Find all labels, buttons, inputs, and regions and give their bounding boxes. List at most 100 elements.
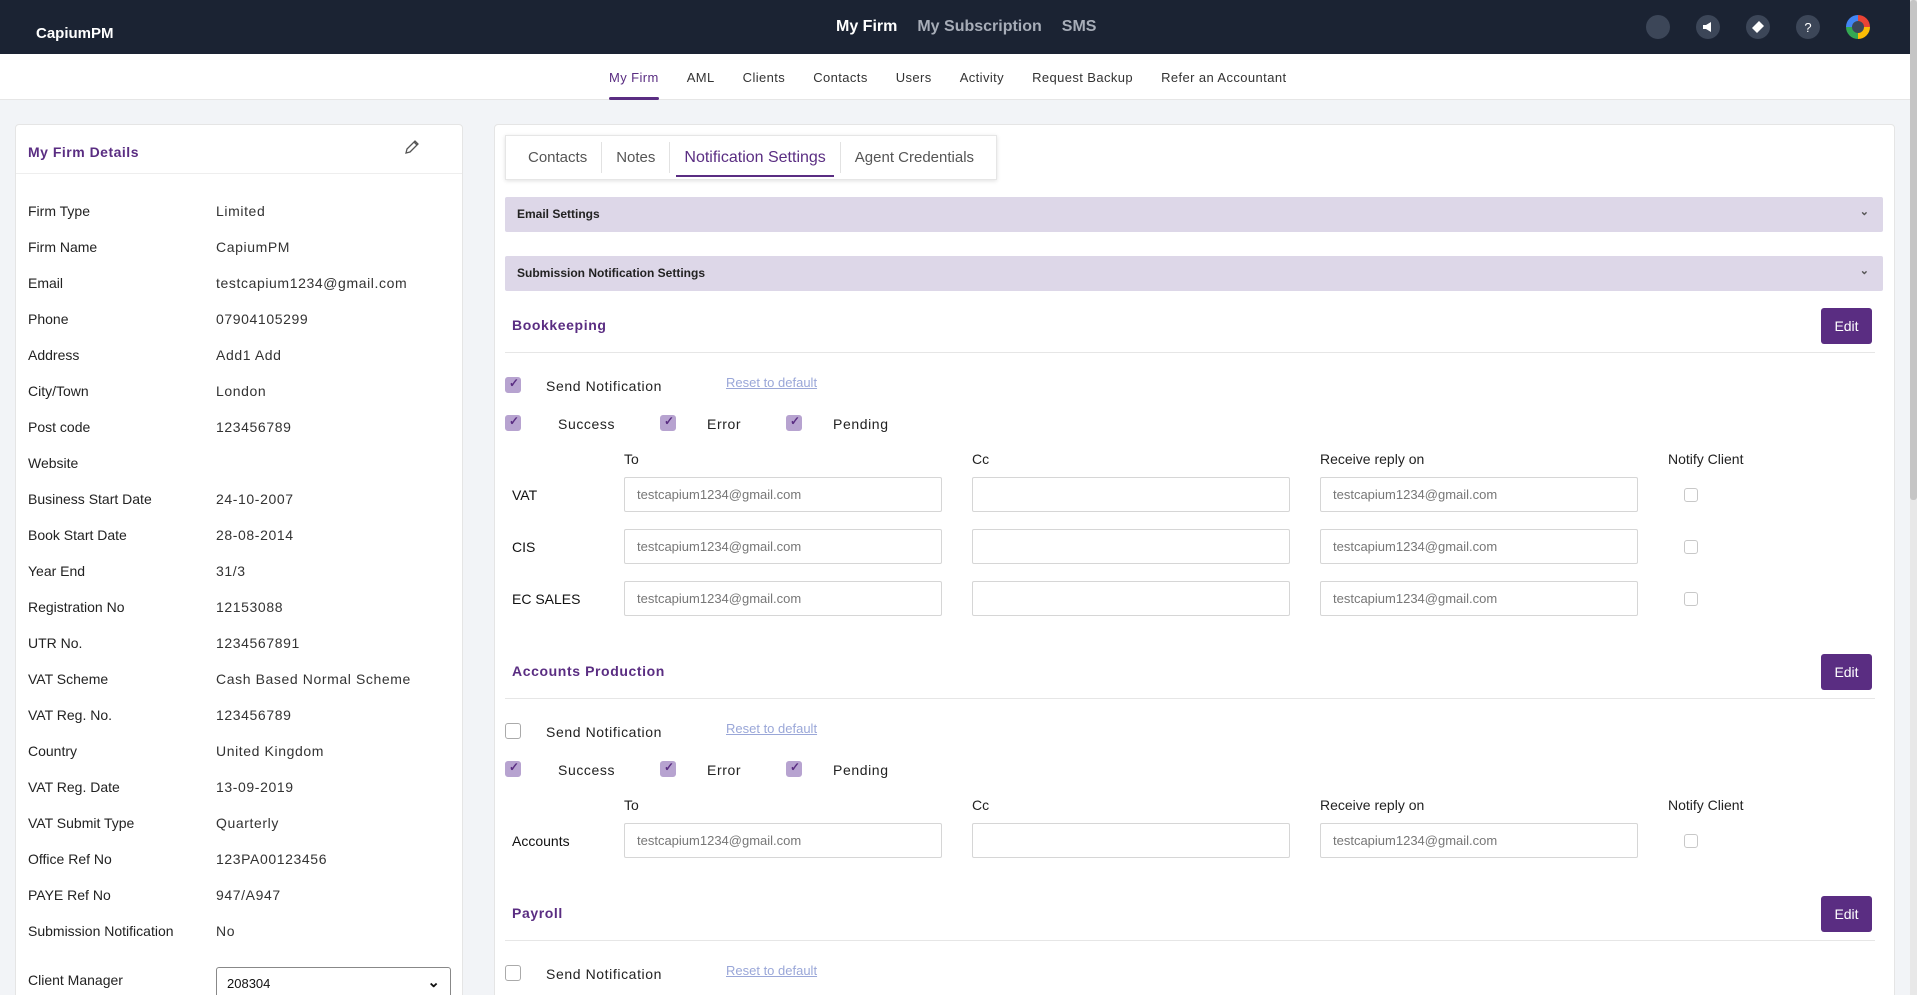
cc-email-input[interactable] xyxy=(972,529,1290,564)
payroll-send-notification-checkbox[interactable] xyxy=(505,965,521,981)
chevron-down-icon: ⌄ xyxy=(1859,265,1869,277)
scrollbar-thumb[interactable] xyxy=(1910,0,1917,500)
detail-value: 07904105299 xyxy=(216,311,309,327)
column-header-notify: Notify Client xyxy=(1668,797,1744,813)
email-settings-label: Email Settings xyxy=(517,207,600,221)
detail-value: 947/A947 xyxy=(216,887,281,903)
chevron-down-icon: ⌄ xyxy=(1859,206,1869,218)
bookkeeping-pending-checkbox[interactable] xyxy=(786,414,802,431)
detail-label: Firm Type xyxy=(28,203,90,219)
to-email-input[interactable] xyxy=(624,529,942,564)
detail-label: Business Start Date xyxy=(28,491,152,507)
section-divider xyxy=(505,698,1875,699)
topnav-my-subscription[interactable]: My Subscription xyxy=(917,18,1041,36)
detail-value: CapiumPM xyxy=(216,239,291,255)
subnav-users[interactable]: Users xyxy=(896,70,932,85)
ticket-icon[interactable] xyxy=(1746,15,1770,39)
bookkeeping-error-checkbox[interactable] xyxy=(660,414,676,431)
cc-email-input[interactable] xyxy=(972,581,1290,616)
notify-client-checkbox[interactable] xyxy=(1684,834,1698,848)
detail-value: 1234567891 xyxy=(216,635,300,651)
to-email-input[interactable] xyxy=(624,823,942,858)
notification-row-label: Accounts xyxy=(512,833,570,849)
subnav-clients[interactable]: Clients xyxy=(743,70,786,85)
megaphone-icon[interactable] xyxy=(1696,15,1720,39)
bookkeeping-section-title: Bookkeeping xyxy=(512,317,607,333)
payroll-edit-button[interactable]: Edit xyxy=(1821,896,1872,932)
reply-email-input[interactable] xyxy=(1320,823,1638,858)
to-email-input[interactable] xyxy=(624,477,942,512)
detail-label: Year End xyxy=(28,563,86,579)
accounts-pending-checkbox[interactable] xyxy=(786,760,802,777)
reply-email-input[interactable] xyxy=(1320,529,1638,564)
notify-client-checkbox[interactable] xyxy=(1684,592,1698,606)
reply-email-input[interactable] xyxy=(1320,477,1638,512)
tab-contacts[interactable]: Contacts xyxy=(514,142,603,173)
subnav-activity[interactable]: Activity xyxy=(960,70,1004,85)
reply-email-input[interactable] xyxy=(1320,581,1638,616)
section-divider xyxy=(505,940,1875,941)
help-icon[interactable]: ? xyxy=(1796,15,1820,39)
detail-label: Submission Notification xyxy=(28,923,174,939)
pending-label: Pending xyxy=(833,762,889,778)
top-nav: My Firm My Subscription SMS xyxy=(836,18,1096,36)
notify-client-checkbox[interactable] xyxy=(1684,540,1698,554)
detail-label: VAT Scheme xyxy=(28,671,109,687)
brand-name[interactable]: CapiumPM xyxy=(36,25,114,42)
detail-label: VAT Reg. No. xyxy=(28,707,113,723)
client-manager-value: 208304 xyxy=(227,976,271,991)
subnav-request-backup[interactable]: Request Backup xyxy=(1032,70,1133,85)
sub-nav: My Firm AML Clients Contacts Users Activ… xyxy=(0,54,1910,100)
success-label: Success xyxy=(558,416,616,432)
column-header-reply: Receive reply on xyxy=(1320,451,1425,467)
google-account-icon[interactable] xyxy=(1846,15,1870,39)
payroll-section-title: Payroll xyxy=(512,905,563,921)
bookkeeping-reset-link[interactable]: Reset to default xyxy=(726,375,817,390)
accounts-reset-link[interactable]: Reset to default xyxy=(726,721,817,736)
success-label: Success xyxy=(558,762,616,778)
detail-label: Post code xyxy=(28,419,91,435)
cc-email-input[interactable] xyxy=(972,477,1290,512)
bookkeeping-send-notification-checkbox[interactable] xyxy=(505,376,521,393)
accounts-section-title: Accounts Production xyxy=(512,663,665,679)
tab-notes[interactable]: Notes xyxy=(602,142,671,173)
notification-row-label: CIS xyxy=(512,539,536,555)
detail-label: Book Start Date xyxy=(28,527,127,543)
send-notification-label: Send Notification xyxy=(546,724,663,740)
detail-label: Address xyxy=(28,347,80,363)
circle-icon[interactable] xyxy=(1646,15,1670,39)
topnav-my-firm[interactable]: My Firm xyxy=(836,18,897,36)
tab-bar: Contacts Notes Notification Settings Age… xyxy=(505,135,998,180)
client-manager-select[interactable]: 208304 ⌄ xyxy=(216,967,451,995)
subnav-aml[interactable]: AML xyxy=(687,70,715,85)
bookkeeping-success-checkbox[interactable] xyxy=(505,414,521,431)
submission-settings-accordion[interactable]: Submission Notification Settings ⌄ xyxy=(505,256,1883,291)
tab-agent-credentials[interactable]: Agent Credentials xyxy=(841,142,988,173)
page-scrollbar[interactable] xyxy=(1910,0,1917,995)
detail-label: City/Town xyxy=(28,383,89,399)
bookkeeping-edit-button[interactable]: Edit xyxy=(1821,308,1872,344)
accounts-edit-button[interactable]: Edit xyxy=(1821,654,1872,690)
column-header-to: To xyxy=(624,797,639,813)
edit-pencil-icon[interactable] xyxy=(404,139,420,160)
subnav-contacts[interactable]: Contacts xyxy=(813,70,868,85)
top-icons: ? xyxy=(1646,15,1870,39)
topnav-sms[interactable]: SMS xyxy=(1062,18,1097,36)
notify-client-checkbox[interactable] xyxy=(1684,488,1698,502)
subnav-my-firm[interactable]: My Firm xyxy=(609,70,659,100)
accounts-success-checkbox[interactable] xyxy=(505,760,521,777)
payroll-reset-link[interactable]: Reset to default xyxy=(726,963,817,978)
subnav-refer-accountant[interactable]: Refer an Accountant xyxy=(1161,70,1286,85)
accounts-send-notification-checkbox[interactable] xyxy=(505,723,521,739)
tab-notification-settings[interactable]: Notification Settings xyxy=(670,142,841,177)
email-settings-accordion[interactable]: Email Settings ⌄ xyxy=(505,197,1883,232)
column-header-cc: Cc xyxy=(972,451,990,467)
cc-email-input[interactable] xyxy=(972,823,1290,858)
detail-label: Office Ref No xyxy=(28,851,112,867)
detail-label: Email xyxy=(28,275,64,291)
detail-label: Website xyxy=(28,455,79,471)
accounts-error-checkbox[interactable] xyxy=(660,760,676,777)
notification-panel: Contacts Notes Notification Settings Age… xyxy=(494,124,1895,995)
client-manager-label: Client Manager xyxy=(28,972,123,988)
to-email-input[interactable] xyxy=(624,581,942,616)
